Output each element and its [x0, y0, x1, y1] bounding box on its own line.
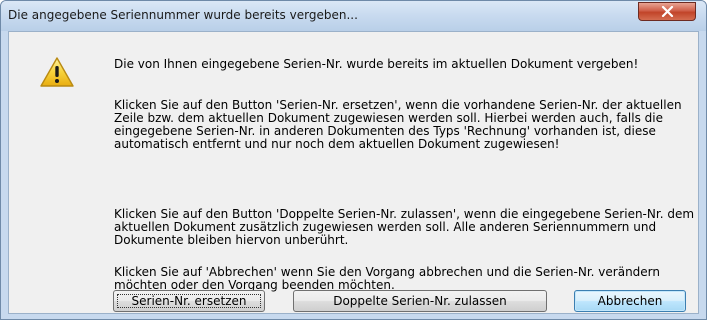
cancel-label: Abbrechen [597, 294, 663, 308]
message-cancel-info: Klicken Sie auf 'Abbrechen' wenn Sie den… [114, 265, 661, 292]
close-button[interactable] [638, 2, 696, 21]
warning-icon [40, 57, 74, 87]
cancel-button[interactable]: Abbrechen [574, 290, 686, 312]
message-duplicate-info: Klicken Sie auf den Button 'Doppelte Ser… [114, 207, 695, 247]
allow-duplicate-button[interactable]: Doppelte Serien-Nr. zulassen [293, 290, 547, 312]
message-intro: Die von Ihnen eingegebene Serien-Nr. wur… [114, 57, 639, 71]
message-replace-info: Klicken Sie auf den Button 'Serien-Nr. e… [114, 98, 682, 151]
dialog-content: Die von Ihnen eingegebene Serien-Nr. wur… [8, 31, 699, 314]
dialog-window: Die angegebene Seriennummer wurde bereit… [0, 0, 707, 320]
title-bar[interactable]: Die angegebene Seriennummer wurde bereit… [1, 1, 706, 31]
window-title: Die angegebene Seriennummer wurde bereit… [8, 8, 358, 22]
close-icon [661, 6, 674, 17]
replace-serial-label: Serien-Nr. ersetzen [131, 294, 247, 308]
replace-serial-button[interactable]: Serien-Nr. ersetzen [113, 290, 265, 312]
allow-duplicate-label: Doppelte Serien-Nr. zulassen [333, 294, 507, 308]
